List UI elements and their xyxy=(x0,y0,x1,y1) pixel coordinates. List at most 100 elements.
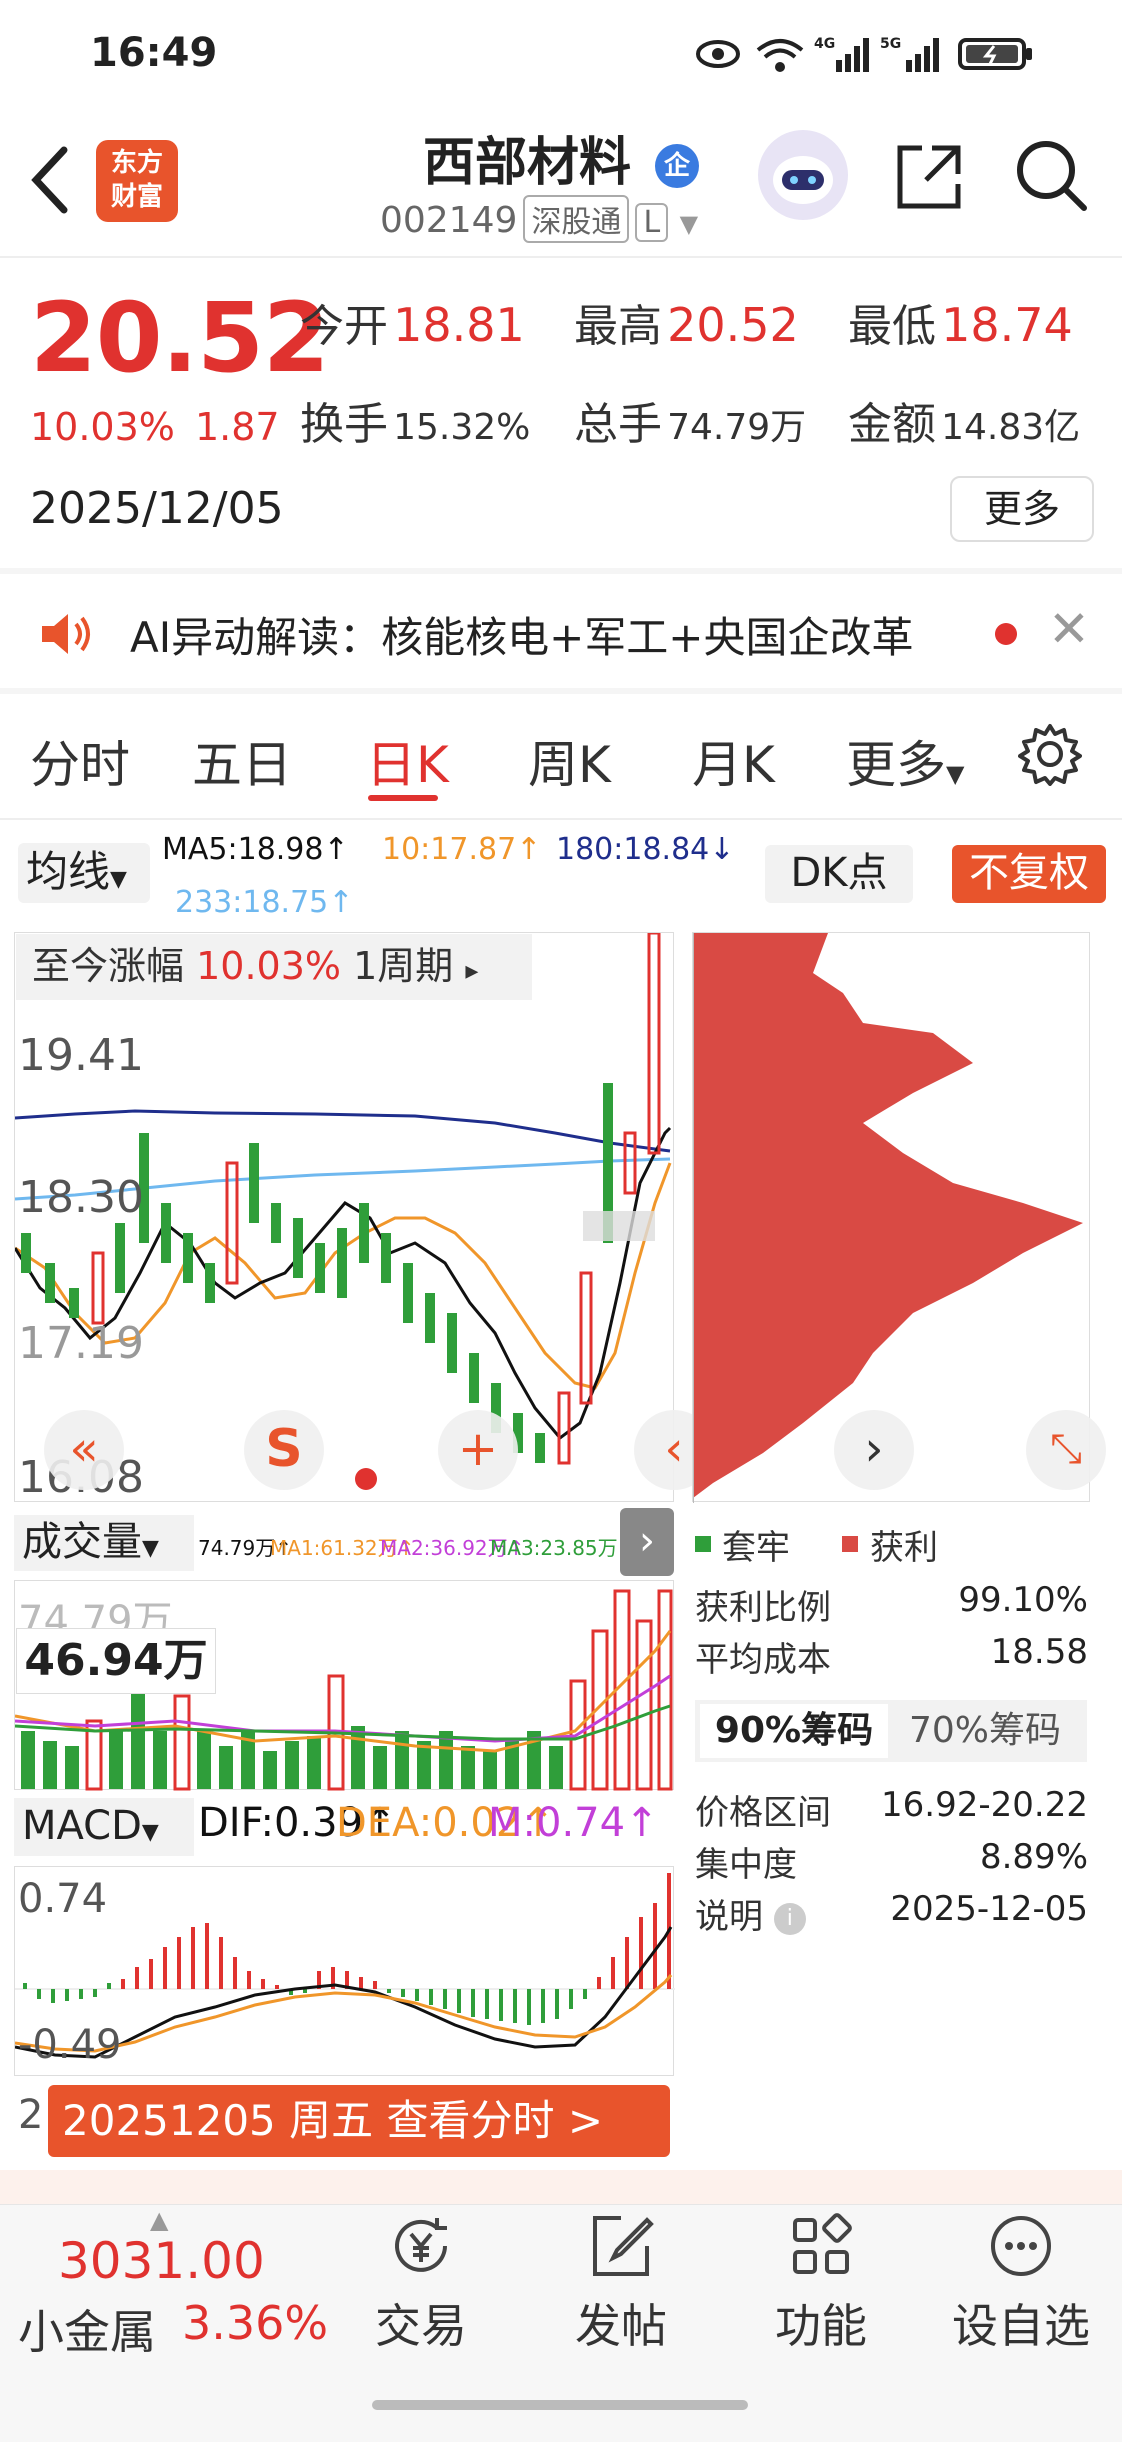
tab-weekly-k[interactable]: 周K xyxy=(528,725,611,797)
info-icon[interactable]: i xyxy=(773,1902,806,1935)
no-adjust-button[interactable]: 不复权 xyxy=(952,845,1106,903)
amount-value: 14.83亿 xyxy=(941,407,1081,448)
nav-post[interactable]: 发帖 xyxy=(546,2212,696,2356)
note-label[interactable]: 说明 i xyxy=(695,1889,806,1938)
tab-five-day[interactable]: 五日 xyxy=(192,725,292,797)
search-icon[interactable] xyxy=(1012,136,1092,216)
chip-tab-70[interactable]: 70%筹码 xyxy=(890,1704,1080,1758)
ma180-line xyxy=(14,1109,671,1153)
low-field: 最低 18.74 xyxy=(848,290,1073,354)
note-date: 2025-12-05 xyxy=(890,1889,1088,1929)
volume-select-label: 成交量 xyxy=(22,1519,142,1565)
ai-insight-text[interactable]: AI异动解读：核能核电+军工+央国企改革 xyxy=(130,604,914,665)
nav-add-watchlist-label: 设自选 xyxy=(952,2299,1090,2353)
ai-robot-avatar[interactable] xyxy=(758,130,848,220)
macd-y-top: 0.74 xyxy=(18,1876,108,1922)
avg-cost-value: 18.58 xyxy=(990,1632,1088,1672)
tab-more[interactable]: 更多▼ xyxy=(846,725,964,797)
profit-ratio-value: 99.10% xyxy=(958,1580,1088,1620)
macd-histogram xyxy=(23,1873,671,2025)
volume-label: 总手 xyxy=(574,399,662,450)
tab-more-label: 更多 xyxy=(846,736,946,794)
trade-yen-icon xyxy=(395,2218,447,2272)
sell-s-icon[interactable]: S xyxy=(244,1410,324,1490)
svg-text:5G: 5G xyxy=(880,36,901,52)
volume-field: 总手 74.79万 xyxy=(574,388,806,452)
turnover-label: 换手 xyxy=(300,399,388,450)
signal-dot xyxy=(355,1468,377,1490)
eye-icon xyxy=(696,40,740,68)
price-range-label: 价格区间 xyxy=(695,1793,831,1833)
next-arrow-icon[interactable]: › xyxy=(834,1410,914,1490)
settings-gear-icon[interactable] xyxy=(1018,722,1082,786)
index-value[interactable]: 3031.00 xyxy=(58,2232,265,2290)
status-time: 16:49 xyxy=(90,30,218,76)
nav-features-label: 功能 xyxy=(775,2299,867,2353)
ma5-label: MA5:18.98↑ xyxy=(162,832,349,867)
range-gain-label: 至今涨幅 xyxy=(32,944,185,988)
note-label-text: 说明 xyxy=(695,1897,763,1937)
chevron-right-icon: ▸ xyxy=(465,956,479,986)
share-icon[interactable] xyxy=(892,138,968,214)
ma-indicator-select[interactable]: 均线▼ xyxy=(18,843,150,903)
change-percent: 10.03% xyxy=(30,405,175,449)
signal-5g-icon: 5G xyxy=(880,36,939,72)
low-value: 18.74 xyxy=(941,298,1073,352)
y-axis-top: 19.41 xyxy=(18,1030,144,1081)
amount-field: 金额 14.83亿 xyxy=(848,388,1080,452)
range-gain-value: 10.03% xyxy=(196,944,342,988)
tag-l: L xyxy=(635,203,669,242)
view-intraday-banner[interactable]: 20251205 周五 查看分时 > xyxy=(48,2085,670,2157)
chip-tab-90[interactable]: 90%筹码 xyxy=(700,1704,888,1758)
y-axis-mid: 18.30 xyxy=(18,1172,144,1223)
change-amount: 1.87 xyxy=(195,405,280,449)
caret-down-icon: ▼ xyxy=(142,1536,159,1561)
robot-icon xyxy=(773,156,833,204)
tab-daily-k[interactable]: 日K xyxy=(366,725,449,797)
legend-trapped: 套牢 xyxy=(722,1528,790,1568)
scroll-left-icon[interactable]: « xyxy=(44,1410,124,1490)
macd-m: M:0.74↑ xyxy=(488,1800,659,1846)
index-name[interactable]: 小金属 xyxy=(18,2296,156,2362)
open-label: 今开 xyxy=(300,301,388,352)
caret-up-icon[interactable]: ▲ xyxy=(150,2206,168,2234)
ma-select-label: 均线 xyxy=(26,847,111,896)
nav-post-label: 发帖 xyxy=(575,2299,667,2353)
nav-trade-label: 交易 xyxy=(375,2299,467,2353)
more-dots-icon xyxy=(991,2216,1051,2276)
fullscreen-expand-icon[interactable]: ⤡ xyxy=(1026,1410,1106,1490)
nav-trade[interactable]: 交易 xyxy=(346,2212,496,2356)
high-label: 最高 xyxy=(574,301,662,352)
chevron-down-icon[interactable]: ▼ xyxy=(680,210,698,238)
dk-point-button[interactable]: DK点 xyxy=(765,845,913,903)
expand-panel-icon[interactable]: › xyxy=(620,1508,674,1576)
range-gain-box[interactable]: 至今涨幅 10.03% 1周期 ▸ xyxy=(16,934,532,1000)
caret-down-icon: ▼ xyxy=(110,867,127,892)
avg-cost-label: 平均成本 xyxy=(695,1640,831,1680)
battery-icon xyxy=(958,38,1032,70)
range-period: 1周期 xyxy=(353,944,454,988)
macd-indicator-select[interactable]: MACD▼ xyxy=(14,1798,194,1856)
macd-select-label: MACD xyxy=(22,1803,142,1849)
close-icon[interactable]: ✕ xyxy=(1048,600,1090,658)
nav-add-watchlist[interactable]: 设自选 xyxy=(946,2212,1096,2356)
tab-intraday[interactable]: 分时 xyxy=(30,725,130,797)
svg-text:4G: 4G xyxy=(814,36,835,52)
active-tab-indicator xyxy=(368,795,438,801)
home-indicator[interactable] xyxy=(372,2400,748,2410)
macd-y-bottom: -0.49 xyxy=(18,2022,122,2068)
nav-features[interactable]: 功能 xyxy=(746,2212,896,2356)
unread-dot xyxy=(995,623,1017,645)
high-field: 最高 20.52 xyxy=(574,290,799,354)
bottom-strip xyxy=(0,2170,1122,2204)
wifi-icon xyxy=(756,39,804,72)
tab-monthly-k[interactable]: 月K xyxy=(692,725,775,797)
add-indicator-icon[interactable]: + xyxy=(438,1410,518,1490)
ma10-label: 10:17.87↑ xyxy=(382,832,542,867)
more-button[interactable]: 更多 xyxy=(950,476,1094,542)
ma180-label: 180:18.84↓ xyxy=(556,832,735,867)
tag-shenguto: 深股通 xyxy=(523,195,630,243)
index-change[interactable]: 3.36% xyxy=(182,2296,328,2350)
volume-indicator-select[interactable]: 成交量▼ xyxy=(14,1515,194,1571)
turnover-field: 换手 15.32% xyxy=(300,388,530,452)
